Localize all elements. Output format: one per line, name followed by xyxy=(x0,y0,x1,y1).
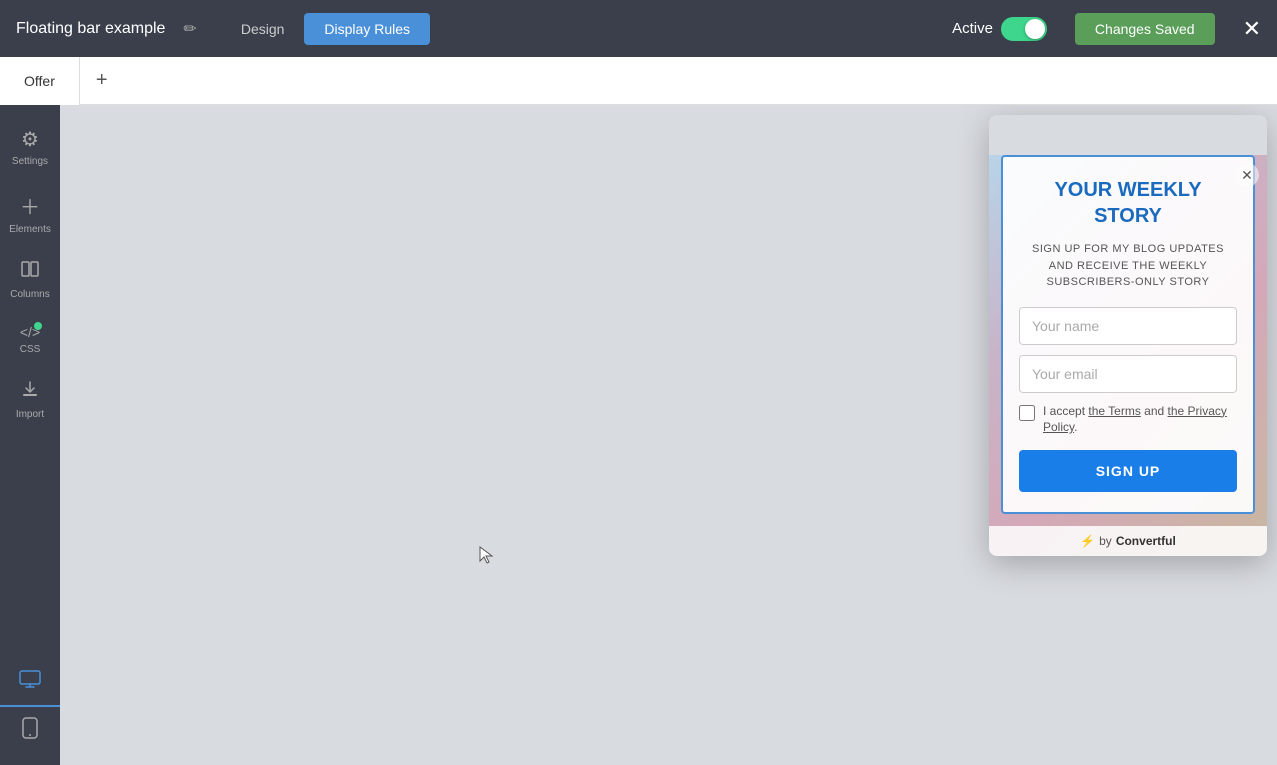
close-button[interactable]: ✕ xyxy=(1243,16,1261,42)
sidebar-item-css[interactable]: </> CSS xyxy=(0,312,60,367)
active-toggle-group: Active xyxy=(952,17,1047,41)
active-label: Active xyxy=(952,20,993,37)
sidebar-device-mobile[interactable] xyxy=(0,707,60,755)
desktop-icon xyxy=(19,669,41,695)
terms-label: I accept the Terms and the Privacy Polic… xyxy=(1043,403,1237,437)
tabs-bar: Offer + xyxy=(0,57,1277,105)
css-dot-indicator xyxy=(34,322,42,330)
name-input[interactable] xyxy=(1019,307,1237,345)
import-icon xyxy=(20,379,40,405)
sidebar-item-elements[interactable]: ＋ Elements xyxy=(0,179,60,247)
footer-brand: Convertful xyxy=(1116,534,1176,548)
sidebar-item-columns[interactable]: Columns xyxy=(0,247,60,312)
sidebar: ⚙ Settings ＋ Elements Columns </> CSS xyxy=(0,105,60,765)
popup-content-box: YOUR WEEKLY STORY SIGN UP FOR MY BLOG UP… xyxy=(1001,155,1255,514)
popup-footer: ⚡ by Convertful xyxy=(989,526,1267,556)
sidebar-item-import[interactable]: Import xyxy=(0,367,60,432)
footer-lightning-icon: ⚡ xyxy=(1080,534,1095,548)
popup-background: ✕ YOUR WEEKLY STORY SIGN UP FOR MY BLOG … xyxy=(989,155,1267,556)
tab-display-rules[interactable]: Display Rules xyxy=(304,13,430,45)
settings-icon: ⚙ xyxy=(21,127,39,152)
active-toggle-switch[interactable] xyxy=(1001,17,1047,41)
popup-widget: ✕ YOUR WEEKLY STORY SIGN UP FOR MY BLOG … xyxy=(989,115,1267,556)
sidebar-columns-label: Columns xyxy=(10,289,49,300)
add-tab-button[interactable]: + xyxy=(80,69,124,92)
columns-icon xyxy=(20,259,40,285)
sidebar-css-label: CSS xyxy=(20,344,41,355)
tab-offer[interactable]: Offer xyxy=(0,57,80,105)
email-input[interactable] xyxy=(1019,355,1237,393)
sidebar-settings-label: Settings xyxy=(12,156,48,167)
popup-close-button[interactable]: ✕ xyxy=(1235,163,1259,187)
terms-link[interactable]: the Terms xyxy=(1088,404,1140,418)
changes-saved-button: Changes Saved xyxy=(1075,13,1215,45)
edit-icon[interactable]: ✏ xyxy=(183,19,196,39)
popup-title: YOUR WEEKLY STORY xyxy=(1019,177,1237,229)
topbar: Floating bar example ✏ Design Display Ru… xyxy=(0,0,1277,57)
sidebar-item-settings[interactable]: ⚙ Settings xyxy=(0,115,60,179)
elements-icon: ＋ xyxy=(20,191,40,220)
sidebar-device-desktop[interactable] xyxy=(0,659,60,707)
css-icon: </> xyxy=(20,324,40,340)
popup-subtitle: SIGN UP FOR MY BLOG UPDATES AND RECEIVE … xyxy=(1019,241,1237,291)
tab-design[interactable]: Design xyxy=(221,13,305,45)
terms-checkbox[interactable] xyxy=(1019,405,1035,421)
main-layout: ⚙ Settings ＋ Elements Columns </> CSS xyxy=(0,105,1277,765)
toggle-knob xyxy=(1025,19,1045,39)
topbar-tabs: Design Display Rules xyxy=(221,13,430,45)
sidebar-elements-label: Elements xyxy=(9,224,51,235)
footer-by-text: by xyxy=(1099,534,1112,548)
mobile-icon xyxy=(22,717,38,745)
terms-checkbox-row: I accept the Terms and the Privacy Polic… xyxy=(1019,403,1237,437)
cursor-pointer xyxy=(478,545,496,567)
app-title: Floating bar example xyxy=(16,20,165,38)
signup-button[interactable]: SIGN UP xyxy=(1019,450,1237,492)
sidebar-import-label: Import xyxy=(16,409,44,420)
canvas[interactable]: ✕ YOUR WEEKLY STORY SIGN UP FOR MY BLOG … xyxy=(60,105,1277,765)
